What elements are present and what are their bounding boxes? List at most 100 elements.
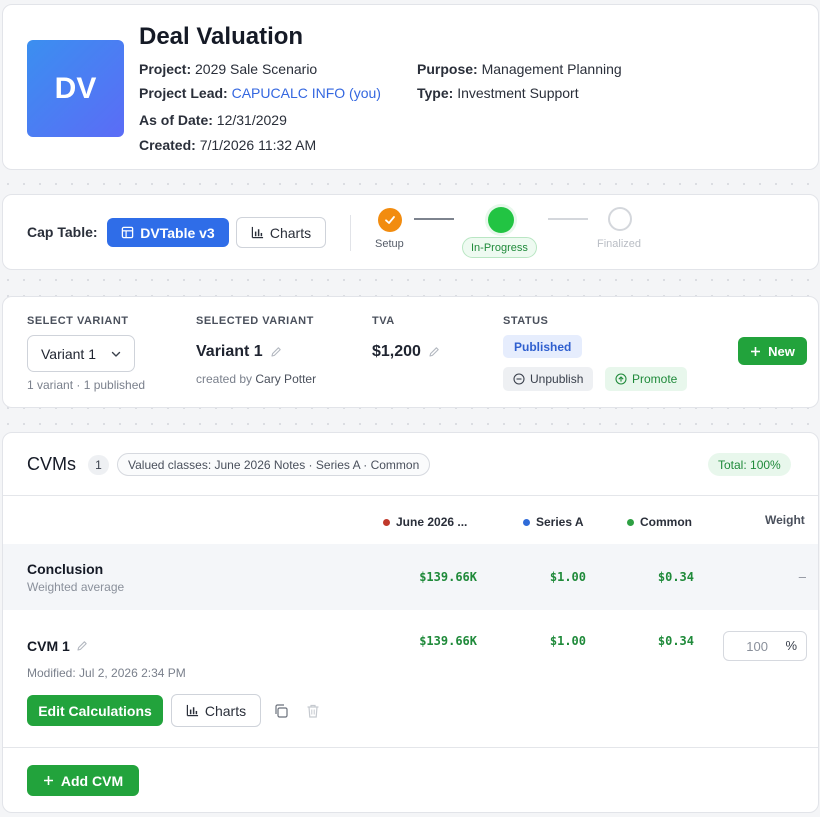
type-label: Type: <box>417 85 454 101</box>
column-header-label: Common <box>640 515 692 529</box>
add-cvm-label: Add CVM <box>60 772 124 789</box>
purpose-meta: Purpose: Management Planning <box>417 61 622 77</box>
tva-header: TVA <box>372 315 395 327</box>
column-header-weight: Weight <box>765 513 805 527</box>
column-header-series-a: Series A <box>523 515 584 529</box>
promote-label: Promote <box>632 372 678 386</box>
cvm-value-common: $0.34 <box>657 634 694 648</box>
edit-pencil-icon[interactable] <box>76 640 88 652</box>
cvm-modified-text: Modified: Jul 2, 2026 2:34 PM <box>27 666 186 680</box>
edit-calculations-button[interactable]: Edit Calculations <box>27 695 163 726</box>
step-in-progress-label: In-Progress <box>462 237 537 258</box>
selected-variant-header: SELECTED VARIANT <box>196 315 314 327</box>
status-badge: Published <box>503 335 583 358</box>
conclusion-value-june-2026: $139.66K <box>419 570 477 584</box>
tva-value: $1,200 <box>372 343 421 360</box>
variant-select[interactable]: Variant 1 <box>27 335 135 372</box>
cvm-charts-button[interactable]: Charts <box>171 694 261 727</box>
step-connector <box>414 218 454 220</box>
arrow-up-circle-icon <box>615 373 627 385</box>
series-dot-red <box>383 518 390 526</box>
cap-table-charts-button[interactable]: Charts <box>236 217 326 248</box>
step-finalized-label: Finalized <box>597 238 642 250</box>
column-header-june-2026: June 2026 ... <box>383 515 467 529</box>
series-dot-blue <box>523 518 530 526</box>
project-meta: Project: 2029 Sale Scenario <box>139 61 317 77</box>
column-header-label: Series A <box>536 515 584 529</box>
edit-pencil-icon[interactable] <box>270 346 282 358</box>
bar-chart-icon <box>186 704 198 717</box>
conclusion-weight: – <box>798 569 806 584</box>
cvms-count-badge: 1 <box>88 455 109 475</box>
cvm-weight-unit: % <box>785 638 797 653</box>
as-of-date-label: As of Date: <box>139 112 213 128</box>
cap-table-card: Cap Table: DVTable v3 Charts Setup In-Pr… <box>2 194 819 270</box>
column-header-label: June 2026 ... <box>396 515 468 529</box>
divider <box>3 495 818 496</box>
plus-icon <box>43 776 53 785</box>
cvm-weight-input[interactable]: 100 % <box>723 631 807 661</box>
conclusion-row: Conclusion Weighted average $139.66K $1.… <box>3 544 818 610</box>
minus-circle-icon <box>513 373 525 385</box>
purpose-label: Purpose: <box>417 61 478 77</box>
type-value: Investment Support <box>457 85 579 101</box>
cap-table-button[interactable]: DVTable v3 <box>107 218 229 247</box>
cvm-title: CVM 1 <box>27 638 88 654</box>
conclusion-subtitle: Weighted average <box>27 580 125 594</box>
cvm-name: CVM 1 <box>27 638 70 654</box>
copy-icon[interactable] <box>273 703 289 719</box>
project-label: Project: <box>139 61 192 77</box>
project-lead-link[interactable]: CAPUCALC INFO (you) <box>232 85 381 101</box>
unpublish-button[interactable]: Unpublish <box>503 367 594 391</box>
project-logo: DV <box>27 40 124 137</box>
divider <box>350 215 351 251</box>
step-in-progress-dot <box>488 207 514 233</box>
variant-count-text: 1 variant · 1 published <box>27 378 146 392</box>
project-value: 2029 Sale Scenario <box>195 61 318 77</box>
created-value: 7/1/2026 11:32 AM <box>199 137 317 153</box>
cap-table-button-label: DVTable v3 <box>140 224 215 241</box>
created-meta: Created: 7/1/2026 11:32 AM <box>139 137 316 153</box>
plus-icon <box>751 346 761 356</box>
unpublish-label: Unpublish <box>530 372 584 386</box>
new-variant-label: New <box>768 343 795 359</box>
page-title: Deal Valuation <box>139 23 304 50</box>
project-header-card: DV Deal Valuation Project: 2029 Sale Sce… <box>2 4 819 170</box>
add-cvm-button[interactable]: Add CVM <box>27 765 139 796</box>
step-in-progress-circle <box>485 204 517 236</box>
step-connector <box>548 218 588 220</box>
as-of-date-value: 12/31/2029 <box>216 112 287 128</box>
purpose-value: Management Planning <box>481 61 622 77</box>
as-of-date-meta: As of Date: 12/31/2029 <box>139 112 287 128</box>
created-by-name: Cary Potter <box>255 372 317 386</box>
step-setup-circle <box>378 208 402 232</box>
cvm-charts-label: Charts <box>204 702 247 719</box>
step-finalized-circle <box>608 207 632 231</box>
new-variant-button[interactable]: New <box>738 337 807 365</box>
cap-table-label: Cap Table: <box>27 224 98 240</box>
trash-icon[interactable] <box>305 703 321 719</box>
cap-table-charts-label: Charts <box>269 224 312 241</box>
series-dot-green <box>627 518 634 526</box>
bar-chart-icon <box>251 226 263 239</box>
selected-variant-value: Variant 1 <box>196 343 263 360</box>
cvm-weight-value: 100 <box>746 639 768 654</box>
status-header: STATUS <box>503 315 549 327</box>
cvms-card: CVMs 1 Valued classes: June 2026 Notes ·… <box>2 432 819 813</box>
conclusion-value-common: $0.34 <box>657 570 694 584</box>
variant-card: SELECT VARIANT Variant 1 1 variant · 1 p… <box>2 296 819 408</box>
select-variant-header: SELECT VARIANT <box>27 315 129 327</box>
edit-pencil-icon[interactable] <box>428 346 440 358</box>
promote-button[interactable]: Promote <box>605 367 688 391</box>
chevron-down-icon <box>111 351 121 357</box>
project-lead-meta: Project Lead: CAPUCALC INFO (you) <box>139 85 381 101</box>
check-icon <box>385 216 395 224</box>
created-by-text: created by Cary Potter <box>196 372 316 386</box>
created-by-prefix: created by <box>196 372 253 386</box>
edit-calculations-label: Edit Calculations <box>38 702 152 719</box>
cvm-value-series-a: $1.00 <box>549 634 586 648</box>
divider <box>3 747 818 748</box>
created-label: Created: <box>139 137 196 153</box>
selected-variant: Variant 1 <box>196 343 282 361</box>
table-icon <box>122 226 134 239</box>
